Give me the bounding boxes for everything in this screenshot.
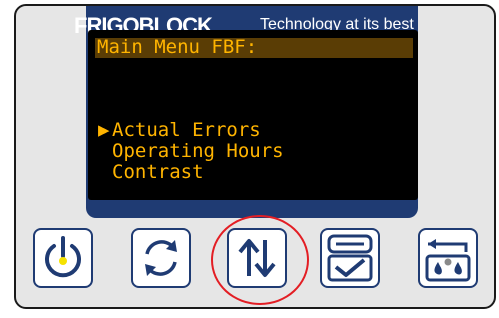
power-led-icon bbox=[59, 257, 67, 265]
wrench-check-icon bbox=[327, 234, 373, 282]
menu-item-contrast[interactable]: Contrast bbox=[112, 162, 204, 183]
selection-marker: ▶ bbox=[98, 119, 110, 141]
settings-confirm-button[interactable] bbox=[320, 228, 380, 288]
defrost-button[interactable] bbox=[418, 228, 478, 288]
defrost-icon bbox=[425, 239, 471, 282]
power-icon bbox=[45, 236, 81, 278]
highlight-ring bbox=[211, 215, 309, 305]
power-button[interactable] bbox=[33, 228, 93, 288]
menu-item-actual-errors[interactable]: Actual Errors bbox=[112, 120, 261, 141]
menu-item-operating-hours[interactable]: Operating Hours bbox=[112, 141, 284, 162]
menu-title: Main Menu FBF: bbox=[97, 36, 258, 58]
refresh-button[interactable] bbox=[131, 228, 191, 288]
refresh-icon bbox=[145, 240, 177, 276]
